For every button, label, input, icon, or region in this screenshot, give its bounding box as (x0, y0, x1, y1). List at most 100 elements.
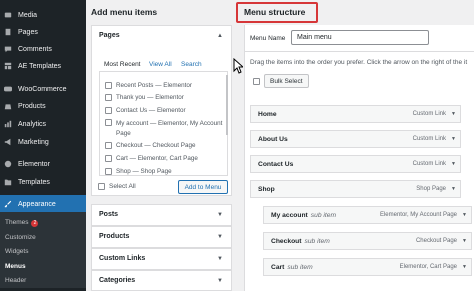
chevron-down-icon[interactable]: ▼ (451, 111, 456, 117)
item-label: Checkout — Checkout Page (116, 142, 196, 149)
categories-accordion[interactable]: Categories ▼ (91, 270, 232, 291)
chevron-down-icon[interactable]: ▼ (451, 136, 456, 142)
sidebar-item-templates[interactable]: Templates (0, 173, 86, 191)
products-accordion[interactable]: Products ▼ (91, 226, 232, 248)
list-scrollbar[interactable] (226, 75, 228, 135)
menu-item-cart[interactable]: Cart sub item Elementor, Cart Page ▼ (263, 258, 472, 276)
list-item[interactable]: Cart — Elementor, Cart Page (105, 155, 223, 162)
chevron-up-icon[interactable]: ▲ (217, 33, 223, 39)
item-label: Contact Us — Elementor (116, 107, 186, 114)
pages-section-title[interactable]: Pages (99, 32, 120, 39)
list-item[interactable]: Shop — Shop Page (105, 168, 223, 175)
section-title: Categories (99, 277, 136, 284)
submenu-item-menus[interactable]: Menus (5, 263, 26, 270)
sidebar-item-label: Comments (18, 45, 52, 53)
drag-instructions: Drag the items into the order you prefer… (250, 59, 468, 66)
list-item[interactable]: Thank you — Elementor (105, 94, 223, 101)
checkbox[interactable] (105, 155, 112, 162)
sidebar-item-label: Templates (18, 178, 50, 186)
sidebar-item-marketing[interactable]: Marketing (0, 133, 86, 151)
sidebar-item-label: Elementor (18, 160, 50, 168)
checkbox[interactable] (105, 107, 112, 114)
menu-item-title: Contact Us (258, 160, 294, 168)
chevron-down-icon[interactable]: ▼ (462, 264, 467, 270)
sidebar-item-products[interactable]: Products (0, 97, 86, 115)
item-label: Cart — Elementor, Cart Page (116, 155, 198, 162)
menu-name-input[interactable]: Main menu (291, 30, 429, 45)
select-all-label: Select All (109, 183, 136, 190)
menu-item-title: Shop (258, 185, 275, 193)
chevron-down-icon: ▼ (217, 212, 223, 218)
list-item[interactable]: My account — Elementor, My Account Page (105, 119, 223, 139)
list-item[interactable]: Recent Posts — Elementor (105, 82, 223, 89)
sidebar-item-media[interactable]: Media (0, 6, 86, 24)
checkbox[interactable] (253, 77, 260, 85)
custom-links-accordion[interactable]: Custom Links ▼ (91, 248, 232, 270)
menu-item-title: Cart sub item (271, 264, 313, 271)
chevron-down-icon[interactable]: ▼ (451, 186, 456, 192)
submenu-item-header[interactable]: Header (5, 277, 26, 284)
submenu-item-themes[interactable]: Themes 2 (5, 219, 39, 227)
title-text: Checkout (271, 237, 302, 245)
checkbox[interactable] (98, 183, 105, 190)
menu-item-type: Shop Page (416, 186, 446, 192)
tab-search[interactable]: Search (181, 61, 202, 68)
menu-item-my-account[interactable]: My account sub item Elementor, My Account… (263, 206, 472, 224)
sidebar-item-pages[interactable]: Pages (0, 23, 86, 41)
bulk-select-button[interactable]: Bulk Select (264, 74, 309, 88)
add-to-menu-button[interactable]: Add to Menu (178, 180, 228, 194)
menu-item-home[interactable]: Home Custom Link ▼ (250, 105, 461, 123)
item-label: Thank you — Elementor (116, 94, 184, 101)
chevron-down-icon[interactable]: ▼ (462, 238, 467, 244)
sidebar-item-label: AE Templates (18, 62, 62, 70)
menu-item-about-us[interactable]: About Us Custom Link ▼ (250, 130, 461, 148)
sub-item-label: sub item (304, 237, 330, 245)
menu-item-type: Elementor, My Account Page (379, 212, 457, 218)
divider (244, 51, 474, 52)
submenu-item-widgets[interactable]: Widgets (5, 248, 28, 255)
list-item[interactable]: Contact Us — Elementor (105, 107, 223, 114)
sidebar-item-label: Products (18, 102, 46, 110)
sidebar-item-label: Pages (18, 28, 38, 36)
checkbox[interactable] (105, 142, 112, 149)
sidebar-item-woocommerce[interactable]: WooCommerce (0, 80, 86, 98)
menu-item-type: Custom Link (412, 136, 446, 142)
sidebar-item-label: Analytics (18, 120, 47, 128)
submenu-item-customize[interactable]: Customize (5, 234, 36, 241)
pages-icon (3, 28, 12, 37)
elementor-icon (3, 160, 12, 169)
menu-item-checkout[interactable]: Checkout sub item Checkout Page ▼ (263, 232, 472, 250)
sidebar-item-analytics[interactable]: Analytics (0, 115, 86, 133)
menu-item-shop[interactable]: Shop Shop Page ▼ (250, 180, 461, 198)
sidebar-item-comments[interactable]: Comments (0, 40, 86, 58)
sidebar-item-elementor[interactable]: Elementor (0, 155, 86, 173)
tab-view-all[interactable]: View All (149, 61, 172, 68)
select-all-checkbox-row[interactable]: Select All (98, 183, 136, 190)
checkbox[interactable] (105, 168, 112, 175)
checkbox[interactable] (105, 94, 112, 101)
menu-item-title: Checkout sub item (271, 238, 330, 245)
checkbox[interactable] (105, 82, 112, 89)
sidebar-item-appearance[interactable]: Appearance (0, 195, 86, 213)
submenu-label: Themes (5, 219, 29, 226)
menu-item-title: About Us (258, 135, 288, 143)
menu-item-contact-us[interactable]: Contact Us Custom Link ▼ (250, 155, 461, 173)
item-label: My account — Elementor, My Account Page (116, 120, 223, 137)
title-text: My account (271, 211, 308, 219)
chevron-down-icon[interactable]: ▼ (451, 161, 456, 167)
menu-name-label: Menu Name (250, 35, 286, 42)
item-label: Shop — Shop Page (116, 168, 172, 175)
add-menu-items-title: Add menu items (91, 7, 158, 17)
sidebar-item-ae-templates[interactable]: AE Templates (0, 57, 86, 75)
list-item[interactable]: Checkout — Checkout Page (105, 142, 223, 149)
mouse-pointer-icon (233, 58, 243, 74)
chevron-down-icon: ▼ (217, 256, 223, 262)
section-title: Posts (99, 211, 119, 218)
tab-most-recent[interactable]: Most Recent (104, 61, 141, 68)
checkbox[interactable] (105, 119, 112, 126)
templates-icon (3, 62, 12, 71)
menu-item-title: Home (258, 110, 277, 118)
chevron-down-icon[interactable]: ▼ (462, 212, 467, 218)
posts-accordion[interactable]: Posts ▼ (91, 204, 232, 226)
menu-item-type: Custom Link (412, 111, 446, 117)
